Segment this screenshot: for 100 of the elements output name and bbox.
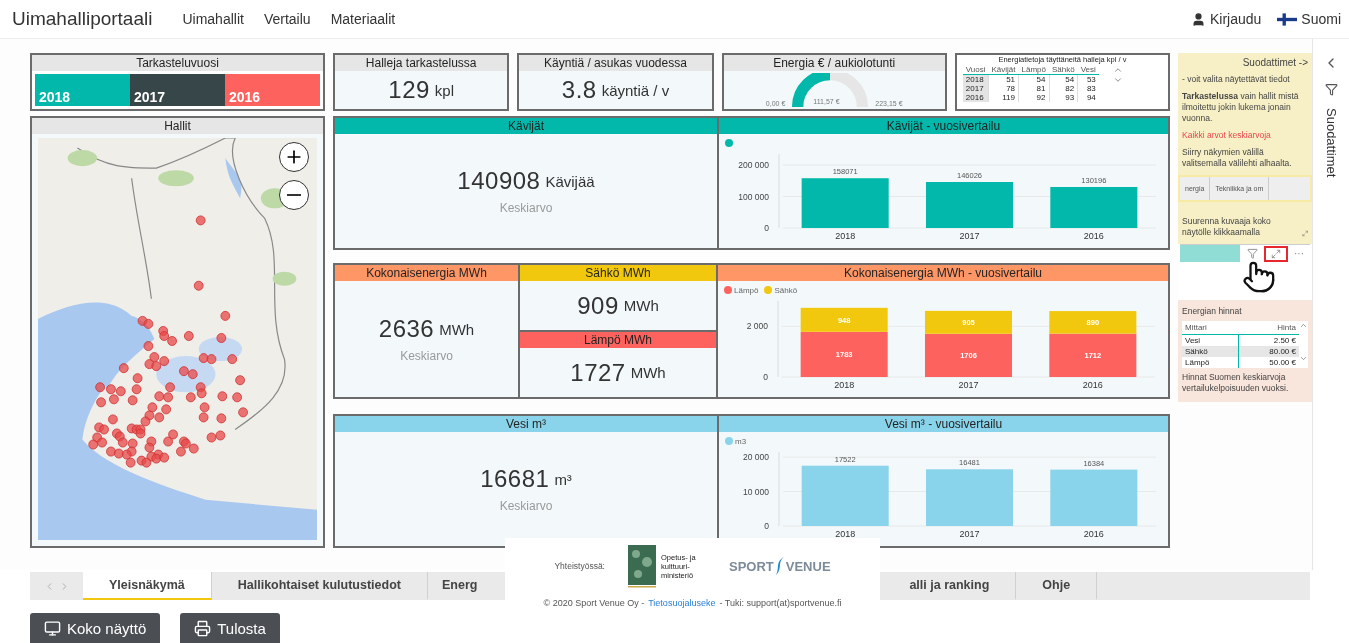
- scroll-down-icon[interactable]: [1112, 75, 1123, 85]
- card-title: Kävijät: [335, 118, 717, 134]
- metric-unit: käyntiä / v: [601, 81, 670, 99]
- language-link[interactable]: Suomi: [1277, 11, 1341, 27]
- nav-link[interactable]: Uimahallit: [182, 11, 244, 27]
- metric-value: 2636: [378, 315, 435, 343]
- login-link[interactable]: Kirjaudu: [1190, 11, 1262, 27]
- metric-value: 129: [388, 76, 430, 104]
- metric-unit: MWh: [623, 297, 659, 314]
- metric-caption: Keskiarvo: [499, 201, 553, 215]
- focus-mode-button[interactable]: [1264, 245, 1288, 262]
- focus-icon: [1271, 248, 1281, 259]
- user-icon: [1190, 11, 1206, 27]
- axis-label: 2018: [834, 380, 855, 390]
- axis-label: 2017: [959, 529, 980, 539]
- metric-unit: MWh: [630, 364, 666, 381]
- scroll-up-icon[interactable]: [1112, 65, 1123, 75]
- tick-label: 2 000: [746, 321, 768, 332]
- ministry-logo-icon: [627, 544, 657, 588]
- monitor-icon: [44, 619, 61, 637]
- toolbar-button[interactable]: Tulosta: [180, 613, 280, 643]
- table-cell: Lämpö: [1182, 357, 1239, 368]
- table-cell: Sähkö: [1182, 346, 1239, 357]
- flag-icon: [1277, 12, 1298, 26]
- column-header[interactable]: Vesi: [1077, 65, 1099, 75]
- table-cell: 2018: [962, 74, 989, 84]
- info-text: Suurenna kuvaaja koko näytölle klikkaamalla: [1182, 216, 1272, 238]
- axis-label: 2016: [1083, 231, 1104, 241]
- column-header[interactable]: Lämpö: [1018, 65, 1049, 75]
- toolbar-button[interactable]: Koko näyttö: [30, 613, 161, 643]
- metric-value: 909: [577, 291, 619, 320]
- table-cell: 92: [1018, 93, 1049, 102]
- year-tile[interactable]: 2017: [130, 74, 225, 106]
- table-cell: 119: [988, 93, 1019, 102]
- table-cell: 50.00 €: [1238, 357, 1299, 368]
- legend-label: Sähkö: [774, 285, 798, 295]
- info-text: Kaikki arvot keskiarvoja: [1182, 130, 1272, 141]
- column-header[interactable]: Hinta: [1238, 321, 1299, 335]
- column-header[interactable]: Kävijät: [988, 65, 1019, 75]
- axis-label: 2017: [958, 380, 979, 390]
- axis-label: 2016: [1082, 380, 1103, 390]
- card-title: Sähkö MWh: [520, 265, 716, 281]
- metric-unit: m³: [554, 470, 572, 488]
- nav-link[interactable]: Materiaalit: [330, 11, 396, 27]
- column-header[interactable]: Mittari: [1182, 321, 1239, 335]
- axis-label: 2017: [959, 231, 980, 241]
- tick-label: 0: [763, 372, 768, 382]
- nav-link[interactable]: Vertailu: [263, 11, 311, 27]
- scroll-up-icon[interactable]: [1299, 321, 1308, 330]
- card-title: Energia € / aukiolotunti: [723, 55, 945, 71]
- table-cell: 81: [1018, 84, 1049, 93]
- card-title: Halleja tarkastelussa: [335, 55, 508, 71]
- axis-label: 2016: [1083, 529, 1104, 539]
- visual-header: [1180, 245, 1240, 262]
- card-title: Kokonaisenergia MWh - vuosivertailu: [718, 265, 1168, 281]
- info-text: Tarkastelussa vain hallit mistä ilmoitettu jokin lukema jonain vuonna.: [1182, 91, 1300, 124]
- filters-pane-label[interactable]: Suodattimet: [1323, 108, 1339, 178]
- table-cell: 94: [1077, 93, 1099, 102]
- page-tab[interactable]: Yleisnäkymä: [83, 572, 212, 600]
- info-text: Siirry näkymien välillä valitsemalla välilehti alhaalta.: [1182, 147, 1293, 169]
- app-title: Uimahalliportaali: [12, 8, 153, 30]
- info-text: Hinnat Suomen keskiarvoja vertailukelpoisuuden vuoksi.: [1182, 372, 1290, 394]
- support-text: - Tuki: support(at)sportvenue.fi: [719, 598, 842, 608]
- focus-icon: [1301, 229, 1308, 238]
- card-title: Kokonaisenergia MWh: [335, 265, 518, 281]
- copyright-text: © 2020 Sport Venue Oy -: [543, 598, 645, 608]
- card-title: Lämpö MWh: [520, 332, 716, 348]
- minus-icon: [287, 194, 301, 196]
- info-text: - voit valita näytettävät tiedot: [1182, 74, 1291, 85]
- metric-value: 140908: [457, 167, 541, 195]
- table-cell: 93: [1049, 93, 1078, 102]
- section-title: Energian hinnat: [1182, 306, 1243, 317]
- axis-label: 2018: [835, 231, 856, 241]
- filter-icon[interactable]: [1324, 83, 1338, 96]
- metric-caption: Keskiarvo: [499, 499, 553, 513]
- more-options[interactable]: ···: [1288, 248, 1304, 259]
- privacy-link[interactable]: Tietosuojaluseke: [648, 598, 716, 608]
- tick-label: 0: [764, 521, 769, 531]
- column-header[interactable]: Vuosi: [962, 65, 989, 75]
- metric-unit: MWh: [439, 320, 475, 338]
- table-cell: 2017: [962, 84, 989, 93]
- axis-label: 2018: [835, 529, 856, 539]
- brand-text: VENUE: [785, 558, 831, 574]
- scroll-down-icon[interactable]: [1299, 354, 1308, 363]
- column-header[interactable]: Sähkö: [1049, 65, 1078, 75]
- tick-label: 20 000: [743, 452, 769, 463]
- legend-label: m3: [735, 436, 747, 446]
- metric-value: 16681: [480, 465, 550, 493]
- partner-label: Yhteistyössä:: [554, 561, 605, 571]
- hand-cursor-icon: [1242, 260, 1276, 294]
- info-text: Suodattimet ->: [1241, 57, 1308, 68]
- tick-label: 10 000: [743, 486, 769, 497]
- card-title: Hallit: [32, 118, 323, 134]
- swoosh-icon: [774, 556, 785, 576]
- printer-icon: [194, 619, 212, 637]
- card-title: Käyntiä / asukas vuodessa: [519, 55, 712, 71]
- metric-caption: Keskiarvo: [400, 349, 453, 363]
- metric-unit: Kävijää: [545, 172, 595, 190]
- tick-label: 200 000: [738, 160, 769, 170]
- tick-label: 0: [764, 223, 769, 233]
